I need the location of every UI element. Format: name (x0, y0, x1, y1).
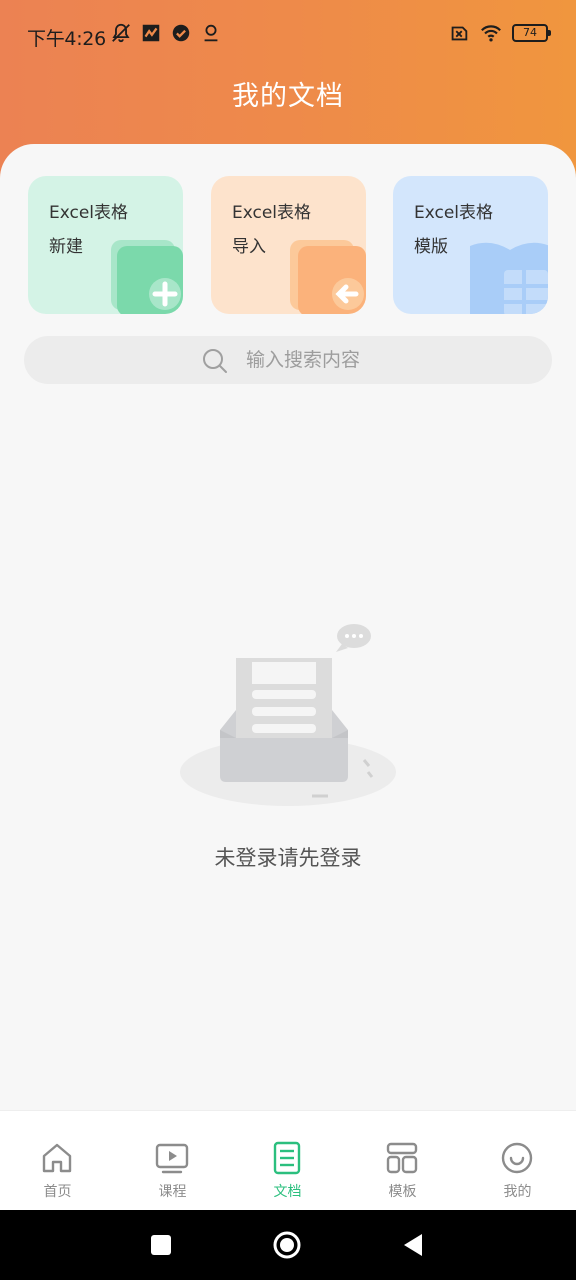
page-title: 我的文档 (232, 81, 344, 112)
template-grid-icon (386, 1142, 418, 1174)
check-badge-icon (172, 24, 190, 42)
battery-level: 74 (523, 26, 537, 39)
nav-item-courses[interactable]: 课程 (115, 1111, 230, 1211)
status-icons-right: 74 (448, 22, 551, 44)
wifi-icon (481, 25, 501, 42)
nav-item-home[interactable]: 首页 (0, 1111, 115, 1211)
sim-blocked-icon (451, 26, 468, 41)
search-input[interactable] (246, 342, 526, 378)
status-time: 下午4:26 (27, 28, 106, 50)
card-subtitle: 模版 (414, 237, 448, 257)
battery-icon: 74 (512, 24, 551, 42)
search-icon (203, 349, 227, 373)
status-icons-left (110, 22, 222, 44)
nav-label: 首页 (43, 1184, 72, 1200)
empty-state-message: 未登录请先登录 (214, 846, 362, 870)
back-icon[interactable] (398, 1230, 428, 1260)
document-icon (273, 1141, 301, 1175)
nav-label: 课程 (158, 1184, 187, 1200)
system-nav-bar (0, 1210, 576, 1280)
recent-apps-icon[interactable] (146, 1230, 176, 1260)
empty-inbox-illustration (180, 624, 396, 806)
new-doc-plus-icon (111, 240, 183, 314)
card-subtitle: 新建 (49, 237, 83, 257)
bottom-nav: 首页 课程 文档 模板 我的 (0, 1110, 576, 1210)
screen: 下午4:26 74 我的文档 Excel表格 新建 Excel表格 导入 Exc… (0, 0, 576, 1280)
home-icon (42, 1143, 72, 1173)
nav-item-documents[interactable]: 文档 (230, 1111, 345, 1211)
card-template-excel[interactable]: Excel表格 模版 (393, 176, 548, 314)
nav-label: 我的 (503, 1184, 532, 1200)
app-notification-icon (142, 24, 160, 42)
card-subtitle: 导入 (232, 237, 266, 257)
home-button-icon[interactable] (272, 1230, 302, 1260)
location-pin-icon (204, 24, 218, 42)
card-import-excel[interactable]: Excel表格 导入 (211, 176, 366, 314)
mute-bell-icon (112, 23, 130, 43)
card-title: Excel表格 (414, 203, 494, 223)
search-bar[interactable] (24, 336, 552, 384)
feature-cards: Excel表格 新建 Excel表格 导入 Excel表格 模版 (28, 176, 548, 314)
card-new-excel[interactable]: Excel表格 新建 (28, 176, 183, 314)
status-bar: 下午4:26 74 (0, 14, 576, 58)
nav-item-templates[interactable]: 模板 (345, 1111, 460, 1211)
template-book-icon (470, 242, 548, 314)
card-title: Excel表格 (232, 203, 312, 223)
video-play-icon (155, 1143, 189, 1174)
nav-label: 文档 (273, 1184, 302, 1200)
card-title: Excel表格 (49, 203, 129, 223)
nav-item-mine[interactable]: 我的 (460, 1111, 575, 1211)
import-doc-icon (290, 240, 366, 314)
smile-icon (501, 1142, 533, 1174)
nav-label: 模板 (388, 1184, 417, 1200)
